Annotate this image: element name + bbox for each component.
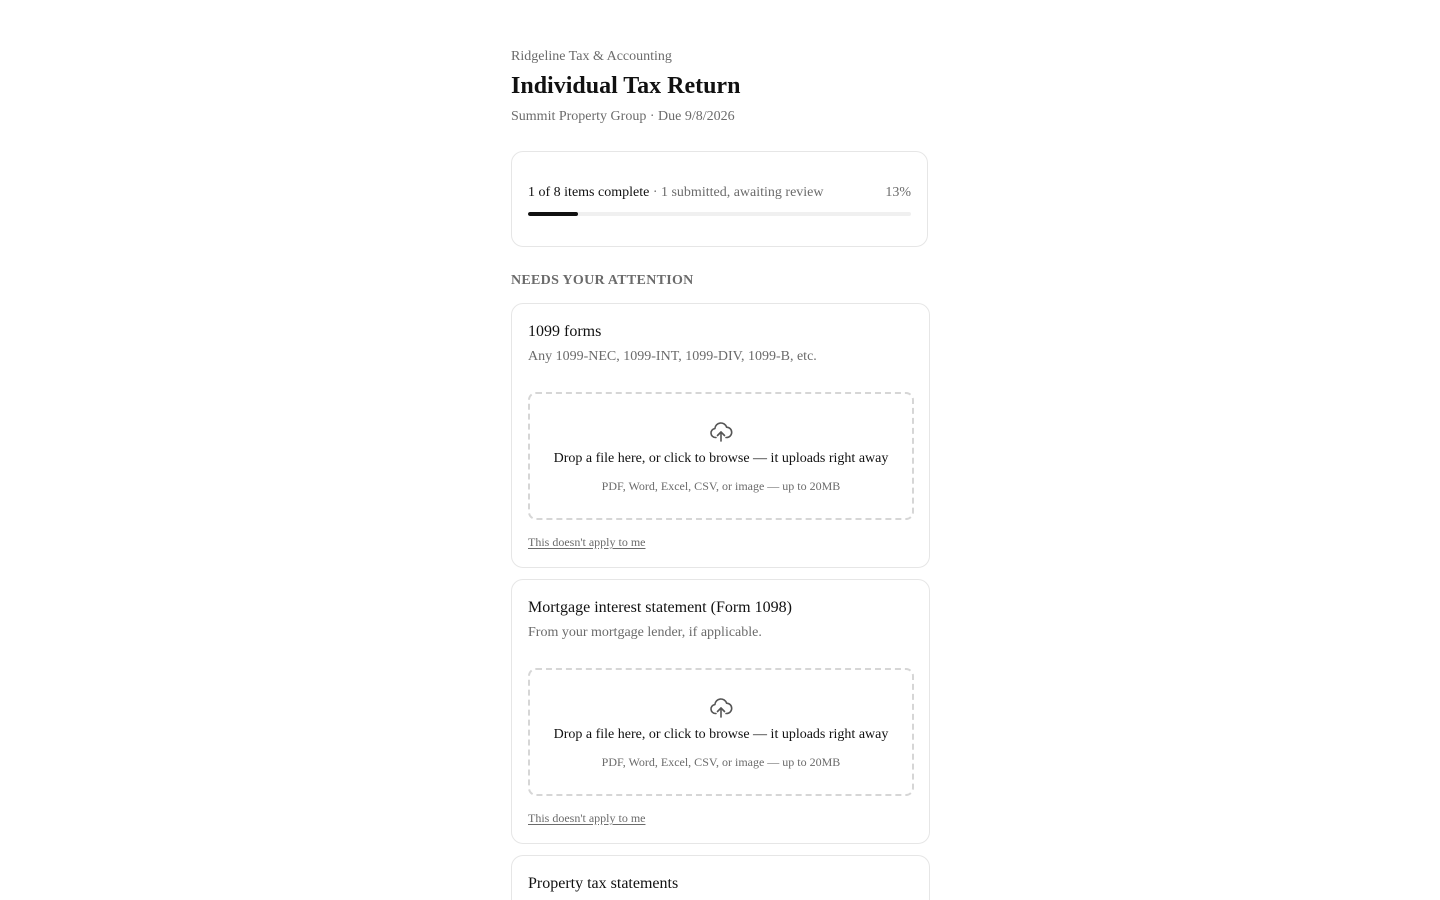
item-title: Mortgage interest statement (Form 1098)	[528, 599, 792, 616]
file-dropzone[interactable]: Drop a file here, or click to browse — i…	[528, 392, 914, 520]
checklist-item-property-tax: Property tax statements	[511, 855, 930, 900]
dropzone-file-types: PDF, Word, Excel, CSV, or image — up to …	[601, 479, 841, 493]
subtitle-separator: ·	[646, 109, 659, 124]
checklist-item-1099: 1099 forms Any 1099-NEC, 1099-INT, 1099-…	[511, 303, 930, 568]
section-heading-attention: NEEDS YOUR ATTENTION	[511, 273, 694, 288]
progress-percent: 13%	[885, 185, 911, 200]
progress-complete-count: 1 of 8 items complete	[528, 185, 650, 200]
page-title: Individual Tax Return	[511, 73, 741, 99]
item-description: From your mortgage lender, if applicable…	[528, 625, 762, 640]
progress-review-status: 1 submitted, awaiting review	[660, 185, 824, 200]
progress-bar-fill	[528, 212, 578, 216]
dropzone-instructions: Drop a file here, or click to browse — i…	[553, 727, 889, 742]
client-name: Summit Property Group	[511, 109, 647, 124]
progress-card: 1 of 8 items complete · 1 submitted, awa…	[511, 151, 928, 247]
dropzone-file-types: PDF, Word, Excel, CSV, or image — up to …	[601, 755, 841, 769]
not-applicable-link[interactable]: This doesn't apply to me	[528, 811, 645, 826]
progress-separator: ·	[649, 185, 661, 200]
item-description: Any 1099-NEC, 1099-INT, 1099-DIV, 1099-B…	[528, 349, 817, 364]
cloud-upload-icon	[710, 698, 733, 718]
dropzone-instructions: Drop a file here, or click to browse — i…	[553, 451, 889, 466]
progress-summary: 1 of 8 items complete · 1 submitted, awa…	[528, 185, 911, 205]
due-date: Due 9/8/2026	[658, 109, 735, 124]
progress-bar	[528, 212, 911, 216]
checklist-item-form-1098: Mortgage interest statement (Form 1098) …	[511, 579, 930, 844]
cloud-upload-icon	[710, 422, 733, 442]
engagement-subtitle: Summit Property Group · Due 9/8/2026	[511, 109, 735, 125]
not-applicable-link[interactable]: This doesn't apply to me	[528, 535, 645, 550]
item-title: Property tax statements	[528, 875, 679, 892]
item-title: 1099 forms	[528, 323, 602, 340]
firm-name: Ridgeline Tax & Accounting	[511, 49, 672, 64]
file-dropzone[interactable]: Drop a file here, or click to browse — i…	[528, 668, 914, 796]
